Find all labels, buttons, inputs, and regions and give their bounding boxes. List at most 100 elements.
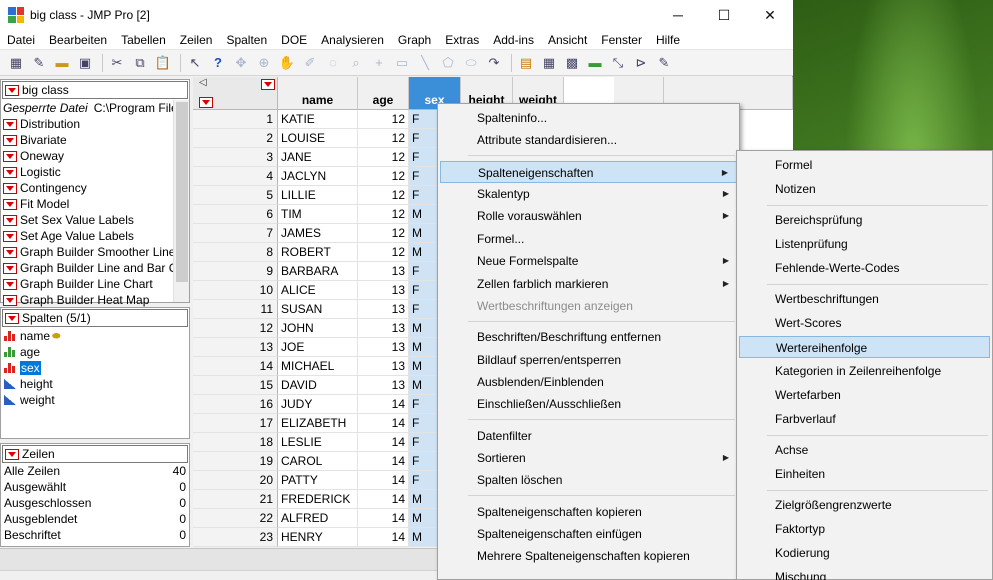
red-triangle-icon[interactable]	[3, 294, 17, 306]
menu-item-einschließen-ausschließen[interactable]: Einschließen/Ausschließen	[440, 393, 737, 415]
left-arrow-icon[interactable]: ◁	[199, 77, 207, 88]
row-number[interactable]: 21	[193, 490, 278, 509]
script-item[interactable]: Set Sex Value Labels	[1, 212, 189, 228]
cell-name[interactable]: LILLIE	[278, 186, 358, 205]
menu-item-beschriften-beschriftung-entfernen[interactable]: Beschriften/Beschriftung entfernen	[440, 326, 737, 348]
redo-icon[interactable]: ↷	[484, 53, 504, 73]
cut-icon[interactable]: ✂	[107, 53, 127, 73]
row-number[interactable]: 19	[193, 452, 278, 471]
menu-hilfe[interactable]: Hilfe	[649, 33, 687, 47]
script-item[interactable]: Fit Model	[1, 196, 189, 212]
bar-chart-icon[interactable]: ▬	[585, 53, 605, 73]
script-item[interactable]: Contingency	[1, 180, 189, 196]
cell-name[interactable]: MICHAEL	[278, 357, 358, 376]
cell-name[interactable]: JOE	[278, 338, 358, 357]
menu-item-sortieren[interactable]: Sortieren ▶	[440, 447, 737, 469]
cell-age[interactable]: 12	[358, 224, 409, 243]
menu-item-zellen-farblich-markieren[interactable]: Zellen farblich markieren ▶	[440, 273, 737, 295]
cell-name[interactable]: FREDERICK	[278, 490, 358, 509]
menu-extras[interactable]: Extras	[438, 33, 486, 47]
menu-item-faktortyp[interactable]: Faktortyp	[739, 518, 990, 540]
cell-age[interactable]: 14	[358, 414, 409, 433]
menu-item-fehlende-werte-codes[interactable]: Fehlende-Werte-Codes	[739, 257, 990, 279]
cell-age[interactable]: 13	[358, 319, 409, 338]
row-number[interactable]: 13	[193, 338, 278, 357]
row-number[interactable]: 3	[193, 148, 278, 167]
menu-item-achse[interactable]: Achse	[739, 439, 990, 461]
red-triangle-icon[interactable]	[3, 214, 17, 226]
menu-item-formel[interactable]: Formel	[739, 154, 990, 176]
help-tool-icon[interactable]: ?	[208, 53, 228, 73]
row-number[interactable]: 6	[193, 205, 278, 224]
row-number[interactable]: 11	[193, 300, 278, 319]
red-triangle-icon[interactable]	[3, 150, 17, 162]
menu-item-spalten-löschen[interactable]: Spalten löschen	[440, 469, 737, 491]
menu-ansicht[interactable]: Ansicht	[541, 33, 594, 47]
cell-name[interactable]: ROBERT	[278, 243, 358, 262]
cell-age[interactable]: 13	[358, 376, 409, 395]
line-tool-icon[interactable]: ╲	[415, 53, 435, 73]
cell-age[interactable]: 14	[358, 395, 409, 414]
row-number[interactable]: 4	[193, 167, 278, 186]
column-item-name[interactable]: name ⬬	[1, 328, 189, 344]
menu-item-spalteneigenschaften-einfügen[interactable]: Spalteneigenschaften einfügen	[440, 523, 737, 545]
table-panel-header[interactable]: big class	[2, 81, 188, 99]
menu-zeilen[interactable]: Zeilen	[173, 33, 220, 47]
row-number[interactable]: 20	[193, 471, 278, 490]
script-item[interactable]: Graph Builder Smoother Line	[1, 244, 189, 260]
cell-name[interactable]: JAMES	[278, 224, 358, 243]
red-triangle-icon[interactable]	[3, 182, 17, 194]
grid-icon[interactable]: ▩	[562, 53, 582, 73]
menu-item-notizen[interactable]: Notizen	[739, 178, 990, 200]
menu-item-rolle-vorauswählen[interactable]: Rolle vorauswählen ▶	[440, 205, 737, 227]
row-number[interactable]: 12	[193, 319, 278, 338]
red-triangle-icon[interactable]	[3, 166, 17, 178]
column-header-name[interactable]: name	[278, 77, 358, 110]
cell-name[interactable]: ALFRED	[278, 509, 358, 528]
script-item[interactable]: Distribution	[1, 116, 189, 132]
crosshair-tool-icon[interactable]: ⊕	[254, 53, 274, 73]
menu-item-listenprüfung[interactable]: Listenprüfung	[739, 233, 990, 255]
row-number[interactable]: 5	[193, 186, 278, 205]
row-number[interactable]: 23	[193, 528, 278, 547]
menu-item-mehrere-spalteneigenschaften-kopieren[interactable]: Mehrere Spalteneigenschaften kopieren	[440, 545, 737, 567]
cell-name[interactable]: KATIE	[278, 110, 358, 129]
cell-age[interactable]: 14	[358, 490, 409, 509]
spreadsheet-icon[interactable]: ▦	[539, 53, 559, 73]
script-editor-icon[interactable]: ✎	[654, 53, 674, 73]
menu-item-attribute-standardisieren-[interactable]: Attribute standardisieren...	[440, 129, 737, 151]
red-triangle-icon[interactable]	[5, 84, 19, 96]
cell-age[interactable]: 12	[358, 129, 409, 148]
menu-add-ins[interactable]: Add-ins	[486, 33, 541, 47]
cell-age[interactable]: 12	[358, 110, 409, 129]
menu-analysieren[interactable]: Analysieren	[314, 33, 391, 47]
menu-item-wertbeschriftungen[interactable]: Wertbeschriftungen	[739, 288, 990, 310]
column-item-sex[interactable]: sex	[1, 360, 189, 376]
cell-name[interactable]: JOHN	[278, 319, 358, 338]
menu-item-kodierung[interactable]: Kodierung	[739, 542, 990, 564]
brush-tool-icon[interactable]: ✐	[300, 53, 320, 73]
new-table-icon[interactable]: ▦	[6, 53, 26, 73]
menu-item-zielgrößengrenzwerte[interactable]: Zielgrößengrenzwerte	[739, 494, 990, 516]
cell-name[interactable]: ALICE	[278, 281, 358, 300]
red-triangle-icon[interactable]	[3, 230, 17, 242]
magnifier-tool-icon[interactable]: ⌕	[346, 53, 366, 73]
maximize-button[interactable]: ☐	[701, 0, 747, 30]
menu-item-formel-[interactable]: Formel...	[440, 228, 737, 250]
table-panel-scrollbar[interactable]	[173, 100, 189, 302]
rows-panel-header[interactable]: Zeilen	[2, 445, 188, 463]
row-number[interactable]: 15	[193, 376, 278, 395]
red-triangle-icon[interactable]	[3, 198, 17, 210]
row-number[interactable]: 16	[193, 395, 278, 414]
cell-age[interactable]: 12	[358, 243, 409, 262]
script-item[interactable]: Graph Builder Line Chart	[1, 276, 189, 292]
menu-item-mischung[interactable]: Mischung	[739, 566, 990, 580]
cell-age[interactable]: 14	[358, 528, 409, 547]
red-triangle-icon[interactable]	[3, 278, 17, 290]
cell-age[interactable]: 14	[358, 452, 409, 471]
cell-name[interactable]: HENRY	[278, 528, 358, 547]
row-number[interactable]: 8	[193, 243, 278, 262]
red-triangle-icon[interactable]	[3, 246, 17, 258]
selection-tool-icon[interactable]: ✥	[231, 53, 251, 73]
menu-item-skalentyp[interactable]: Skalentyp ▶	[440, 183, 737, 205]
